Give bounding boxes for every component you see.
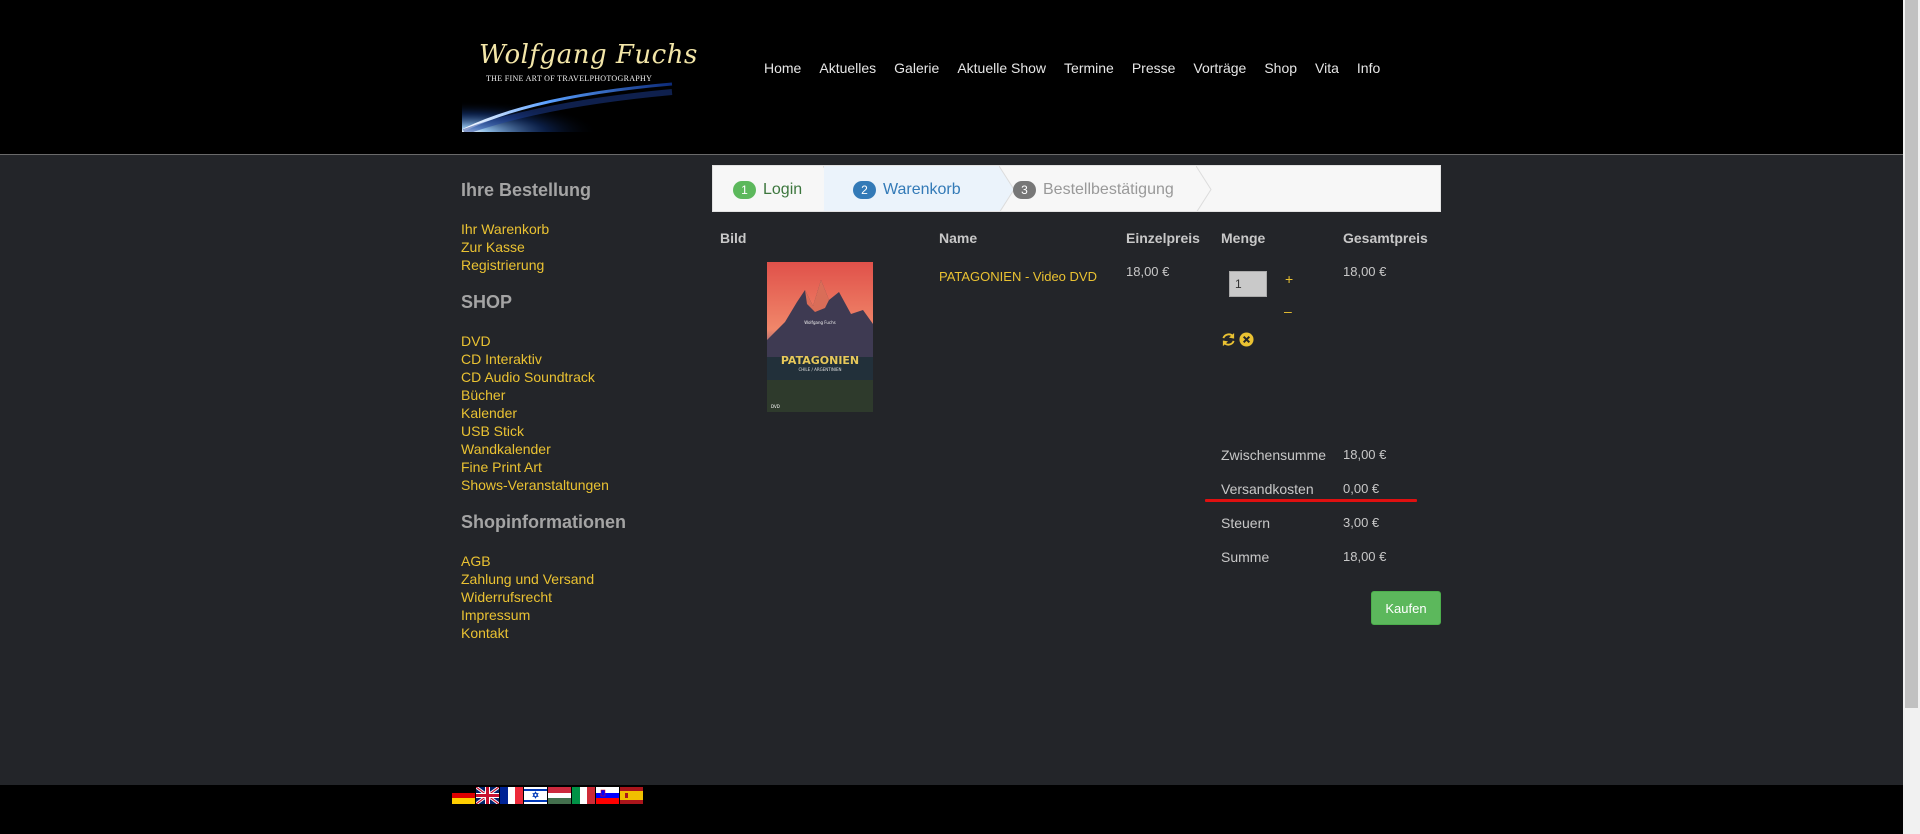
german-flag-icon[interactable]	[452, 787, 475, 804]
step-number: 3	[1013, 180, 1036, 199]
shop-link-usb-stick[interactable]: USB Stick	[461, 422, 691, 440]
nav-item-shop[interactable]: Shop	[1264, 60, 1297, 76]
tax-value: 3,00 €	[1343, 515, 1380, 530]
quantity-plus-button[interactable]: +	[1285, 271, 1293, 287]
product-image[interactable]: Wolfgang Fuchs PATAGONIEN CHILE / ARGENT…	[767, 262, 873, 412]
main-nav: Home Aktuelles Galerie Aktuelle Show Termine…	[764, 60, 1398, 76]
cover-author: Wolfgang Fuchs	[804, 320, 835, 325]
footer	[0, 785, 1903, 834]
nav-item-vita[interactable]: Vita	[1315, 60, 1339, 76]
step-label: Login	[763, 180, 803, 198]
order-link-zur-kasse[interactable]: Zur Kasse	[461, 238, 691, 256]
slovenian-flag-icon[interactable]	[596, 787, 619, 804]
quantity-input[interactable]	[1229, 271, 1267, 297]
site-logo[interactable]: Wolfgang Fuchs THE FINE ART OF TRAVELPHO…	[462, 34, 697, 132]
shop-links: DVD CD Interaktiv CD Audio Soundtrack Büche…	[461, 332, 691, 494]
french-flag-icon[interactable]	[500, 787, 523, 804]
sidebar: Ihre Bestellung Ihr Warenkorb Zur Kasse Re…	[461, 180, 691, 660]
shop-info-links: AGB Zahlung und Versand Widerrufsrecht Impr…	[461, 552, 691, 642]
step-login[interactable]: 1 Login	[733, 166, 803, 211]
cover-dvd-badge: DVD	[771, 404, 780, 409]
col-header-quantity: Menge	[1221, 230, 1266, 246]
israeli-flag-icon[interactable]	[524, 787, 547, 804]
col-header-name: Name	[939, 230, 978, 246]
col-header-unit-price: Einzelpreis	[1126, 230, 1200, 246]
col-header-image: Bild	[720, 230, 747, 246]
shop-info-heading: Shopinformationen	[461, 512, 626, 532]
shop-link-kalender[interactable]: Kalender	[461, 404, 691, 422]
info-link-agb[interactable]: AGB	[461, 552, 691, 570]
dvd-cover-graphic: Wolfgang Fuchs PATAGONIEN CHILE / ARGENT…	[767, 262, 873, 412]
order-link-ihr-warenkorb[interactable]: Ihr Warenkorb	[461, 220, 691, 238]
checkout-steps: 1 Login 2 Warenkorb 3 Bestellbestätigung	[712, 165, 1441, 212]
scrollbar-thumb[interactable]	[1905, 0, 1918, 708]
step-separator-icon	[1196, 166, 1212, 211]
step-number: 2	[853, 180, 876, 199]
shop-link-shows-veranstaltungen[interactable]: Shows-Veranstaltungen	[461, 476, 691, 494]
subtotal-value: 18,00 €	[1343, 447, 1387, 462]
info-link-zahlung-und-versand[interactable]: Zahlung und Versand	[461, 570, 691, 588]
order-links: Ihr Warenkorb Zur Kasse Registrierung	[461, 220, 691, 274]
step-confirmation[interactable]: 3 Bestellbestätigung	[1013, 166, 1174, 211]
shipping-value: 0,00 €	[1343, 481, 1380, 496]
info-link-impressum[interactable]: Impressum	[461, 606, 691, 624]
logo-title: Wolfgang Fuchs	[479, 40, 698, 70]
italian-flag-icon[interactable]	[572, 787, 595, 804]
info-link-kontakt[interactable]: Kontakt	[461, 624, 691, 642]
spanish-flag-icon[interactable]	[620, 787, 643, 804]
total-label: Summe	[1221, 549, 1270, 565]
order-link-registrierung[interactable]: Registrierung	[461, 256, 691, 274]
total-value: 18,00 €	[1343, 549, 1387, 564]
nav-item-termine[interactable]: Termine	[1064, 60, 1114, 76]
shop-heading: SHOP	[461, 292, 513, 312]
tax-label: Steuern	[1221, 515, 1271, 531]
shop-link-cd-interaktiv[interactable]: CD Interaktiv	[461, 350, 691, 368]
shop-link-cd-audio-soundtrack[interactable]: CD Audio Soundtrack	[461, 368, 691, 386]
nav-item-aktuelle-show[interactable]: Aktuelle Show	[957, 60, 1046, 76]
step-number: 1	[733, 180, 756, 199]
cover-subtitle: CHILE / ARGENTINIEN	[798, 367, 841, 372]
refresh-icon[interactable]	[1221, 332, 1236, 347]
remove-icon[interactable]	[1239, 332, 1254, 347]
shop-link-wandkalender[interactable]: Wandkalender	[461, 440, 691, 458]
language-flags	[452, 787, 644, 804]
nav-item-galerie[interactable]: Galerie	[894, 60, 939, 76]
british-flag-icon[interactable]	[476, 787, 499, 804]
nav-item-vorträge[interactable]: Vorträge	[1193, 60, 1246, 76]
unit-price: 18,00 €	[1126, 264, 1170, 279]
shipping-label: Versandkosten	[1221, 481, 1314, 497]
buy-button[interactable]: Kaufen	[1371, 591, 1441, 625]
nav-item-aktuelles[interactable]: Aktuelles	[819, 60, 876, 76]
shop-link-fine-print-art[interactable]: Fine Print Art	[461, 458, 691, 476]
page-scrollbar[interactable]	[1903, 0, 1920, 834]
logo-subtitle: THE FINE ART OF TRAVELPHOTOGRAPHY	[486, 74, 653, 83]
info-link-widerrufsrecht[interactable]: Widerrufsrecht	[461, 588, 691, 606]
step-label: Bestellbestätigung	[1043, 180, 1174, 198]
nav-item-presse[interactable]: Presse	[1132, 60, 1176, 76]
cover-title: PATAGONIEN	[781, 354, 859, 367]
step-label: Warenkorb	[883, 180, 961, 198]
quantity-minus-button[interactable]: –	[1284, 303, 1292, 319]
nav-item-home[interactable]: Home	[764, 60, 801, 76]
shop-link-dvd[interactable]: DVD	[461, 332, 691, 350]
order-heading: Ihre Bestellung	[461, 180, 592, 200]
subtotal-label: Zwischensumme	[1221, 447, 1327, 463]
line-total: 18,00 €	[1343, 264, 1387, 279]
nav-item-info[interactable]: Info	[1357, 60, 1380, 76]
shop-link-bücher[interactable]: Bücher	[461, 386, 691, 404]
highlight-underline	[1205, 499, 1417, 502]
step-cart[interactable]: 2 Warenkorb	[853, 166, 961, 211]
site-header: Wolfgang Fuchs THE FINE ART OF TRAVELPHO…	[0, 0, 1903, 155]
col-header-total: Gesamtpreis	[1343, 230, 1428, 246]
product-name-link[interactable]: PATAGONIEN - Video DVD	[939, 269, 1097, 284]
hungarian-flag-icon[interactable]	[548, 787, 571, 804]
